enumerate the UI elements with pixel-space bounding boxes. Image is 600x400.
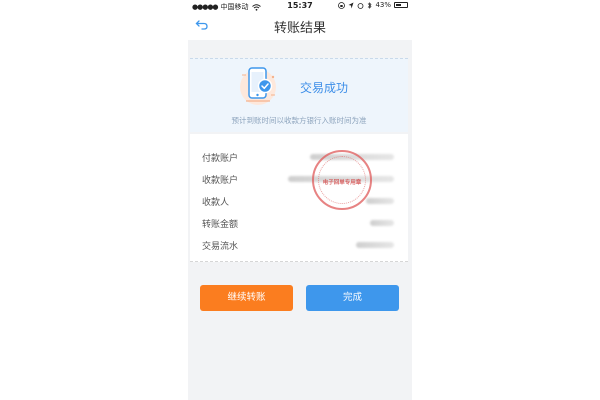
payee-value-blurred — [366, 198, 394, 204]
row-label-serial: 交易流水 — [202, 242, 239, 252]
row-label-payer-account: 付款账户 — [202, 154, 239, 164]
row-label-payee: 收款人 — [202, 198, 230, 208]
battery-percent: 43% — [375, 1, 391, 9]
row-label-payee-account: 收款账户 — [202, 176, 239, 186]
bluetooth-icon — [368, 1, 372, 9]
alarm-icon — [358, 2, 364, 9]
row-label-amount: 转账金额 — [202, 220, 239, 230]
amount-value-blurred — [370, 220, 394, 226]
page-title: 转账结果 — [273, 21, 326, 36]
arrival-note: 预计到账时间以收款方银行入账时间为准 — [231, 116, 367, 125]
seal-text: 电子回单专用章 — [322, 180, 362, 186]
lock-rotation-icon — [338, 1, 346, 9]
transfer-details: 付款账户 收款账户 收款人 转账金额 交易流水 电子回单专用章 — [190, 134, 408, 262]
continue-transfer-button[interactable]: 继续转账 — [200, 285, 293, 311]
success-status: 交易成功 — [300, 81, 349, 95]
result-card: 交易成功 预计到账时间以收款方银行入账时间为准 — [190, 58, 408, 132]
battery-icon — [394, 2, 408, 8]
done-button[interactable]: 完成 — [306, 285, 399, 311]
phone-success-icon — [240, 67, 276, 105]
receipt-seal: 电子回单专用章 — [312, 150, 372, 210]
serial-value-blurred — [356, 242, 394, 248]
status-bar: ●●●●● 中国移动 15:37 43% — [188, 0, 412, 12]
nav-bar: 转账结果 — [188, 12, 412, 40]
location-icon — [348, 2, 354, 8]
status-right: 43% — [338, 1, 408, 9]
